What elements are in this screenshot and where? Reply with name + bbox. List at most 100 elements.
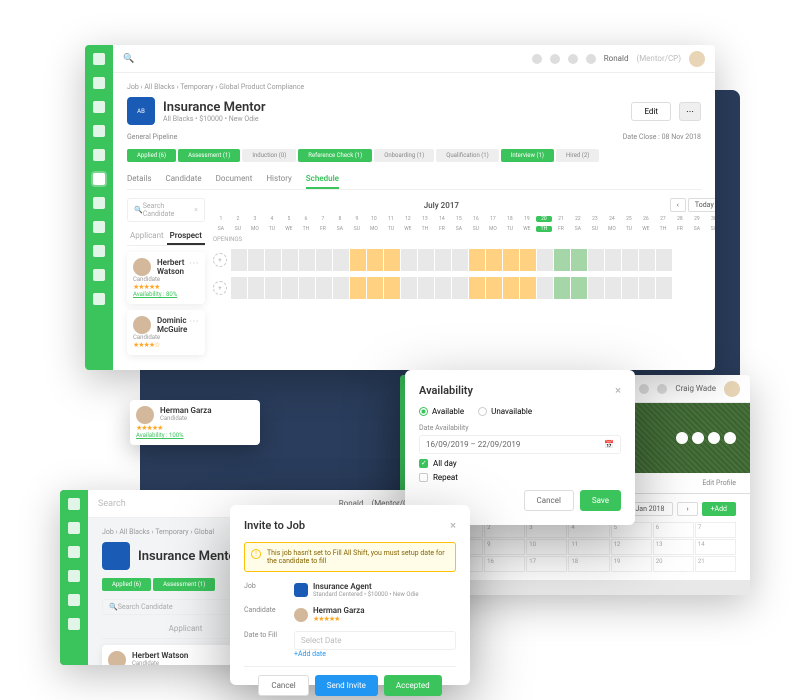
nav-icon[interactable] [68, 522, 80, 534]
shift-cell[interactable] [639, 249, 655, 271]
date-input[interactable]: Select Date [294, 631, 456, 650]
shift-cell[interactable] [554, 277, 570, 299]
shift-cell[interactable] [588, 249, 604, 271]
nav-check-icon[interactable] [93, 245, 105, 257]
flag-icon[interactable] [550, 54, 560, 64]
add-date-link[interactable]: +Add date [294, 650, 456, 658]
help-icon[interactable] [657, 384, 667, 394]
mini-calendar[interactable]: 1234567 891011121314 15161718192021 [442, 522, 736, 572]
social-icon[interactable] [692, 432, 704, 444]
shift-cell[interactable] [231, 249, 247, 271]
shift-cell[interactable] [248, 277, 264, 299]
shift-cell[interactable] [299, 277, 315, 299]
close-icon[interactable]: × [615, 384, 621, 397]
cancel-button[interactable]: Cancel [258, 675, 308, 696]
shift-cell[interactable] [469, 249, 485, 271]
nav-next[interactable]: › [677, 502, 697, 516]
nav-users-icon[interactable] [93, 101, 105, 113]
nav-settings-icon[interactable] [93, 293, 105, 305]
save-button[interactable]: Save [580, 490, 621, 511]
mail-icon[interactable] [532, 54, 542, 64]
shift-cell[interactable] [333, 249, 349, 271]
more-icon[interactable]: ⋯ [189, 316, 199, 327]
add-shift-button[interactable]: + [213, 281, 227, 295]
shift-cell[interactable] [282, 277, 298, 299]
avatar[interactable] [689, 51, 705, 67]
social-icon[interactable] [708, 432, 720, 444]
cancel-button[interactable]: Cancel [524, 490, 574, 511]
pipeline-stage[interactable]: Interview (1) [501, 149, 554, 162]
shift-cell[interactable] [231, 277, 247, 299]
cal-prev[interactable]: ‹ [670, 198, 686, 212]
tab-details[interactable]: Details [127, 170, 151, 189]
nav-jobs-icon[interactable] [93, 173, 105, 185]
pipeline-stage[interactable]: Hired (2) [556, 149, 599, 162]
setting-icon[interactable] [639, 384, 649, 394]
shift-cell[interactable] [571, 277, 587, 299]
shift-cell[interactable] [503, 249, 519, 271]
social-icon[interactable] [676, 432, 688, 444]
accepted-button[interactable]: Accepted [384, 675, 442, 696]
pipeline-stage[interactable]: Reference Check (1) [298, 149, 372, 162]
shift-cell[interactable] [418, 249, 434, 271]
nav-icon[interactable] [68, 618, 80, 630]
shift-cell[interactable] [282, 249, 298, 271]
nav-icon[interactable] [68, 594, 80, 606]
tab-history[interactable]: History [266, 170, 291, 189]
candidate-card-floating[interactable]: Herman Garza Candidate ★★★★★ Availabilit… [130, 400, 260, 445]
search-candidate[interactable]: 🔍 Search Candidate× [127, 198, 205, 222]
shift-cell[interactable] [622, 249, 638, 271]
shift-cell[interactable] [639, 277, 655, 299]
shift-cell[interactable] [537, 277, 553, 299]
shift-cell[interactable] [656, 249, 672, 271]
social-icon[interactable] [724, 432, 736, 444]
shift-cell[interactable] [248, 249, 264, 271]
shift-cell[interactable] [384, 277, 400, 299]
date-range-input[interactable]: 16/09/2019 – 22/09/2019 📅 [419, 435, 621, 454]
shift-cell[interactable] [605, 249, 621, 271]
candidate-card[interactable]: ⋯Herbert WatsonCandidate★★★★★Availabilit… [127, 252, 205, 304]
more-icon[interactable]: ⋯ [189, 258, 199, 269]
shift-cell[interactable] [265, 249, 281, 271]
shift-cell[interactable] [622, 277, 638, 299]
send-invite-button[interactable]: Send Invite [315, 675, 378, 696]
user-name[interactable]: Ronald [604, 54, 629, 63]
avatar[interactable] [724, 381, 740, 397]
shift-cell[interactable] [571, 249, 587, 271]
tab-document[interactable]: Document [216, 170, 253, 189]
nav-icon[interactable] [68, 570, 80, 582]
shift-cell[interactable] [656, 277, 672, 299]
shift-cell[interactable] [554, 249, 570, 271]
shift-cell[interactable] [367, 249, 383, 271]
shift-cell[interactable] [265, 277, 281, 299]
shift-cell[interactable] [350, 249, 366, 271]
pipeline-stage[interactable]: Applied (6) [127, 149, 176, 162]
user-name[interactable]: Craig Wade [675, 384, 716, 393]
shift-cell[interactable] [435, 249, 451, 271]
nav-grid-icon[interactable] [93, 269, 105, 281]
shift-cell[interactable] [588, 277, 604, 299]
shift-cell[interactable] [469, 277, 485, 299]
tab-candidate[interactable]: Candidate [165, 170, 201, 189]
nav-icon[interactable] [68, 546, 80, 558]
shift-cell[interactable] [367, 277, 383, 299]
tab-applicant[interactable]: Applicant [127, 228, 167, 245]
shift-cell[interactable] [350, 277, 366, 299]
shift-cell[interactable] [520, 249, 536, 271]
shift-cell[interactable] [333, 277, 349, 299]
tab-prospect[interactable]: Prospect [167, 228, 205, 245]
candidate-card[interactable]: Herbert Watson Candidate ★★★★★ Availabil… [102, 645, 232, 665]
bell-icon[interactable] [568, 54, 578, 64]
shift-cell[interactable] [299, 249, 315, 271]
pipeline-stage[interactable]: Assessment (1) [178, 149, 240, 162]
shift-cell[interactable] [401, 249, 417, 271]
shift-cell[interactable] [401, 277, 417, 299]
nav-star-icon[interactable] [93, 197, 105, 209]
radio-available[interactable]: Available [419, 407, 464, 416]
cal-today[interactable]: Today [688, 198, 715, 212]
pipeline-stage[interactable]: Induction (0) [242, 149, 296, 162]
add-shift-button[interactable]: + [213, 253, 227, 267]
close-icon[interactable]: × [194, 206, 198, 214]
shift-cell[interactable] [537, 249, 553, 271]
pipeline-stage[interactable]: Onboarding (1) [374, 149, 434, 162]
